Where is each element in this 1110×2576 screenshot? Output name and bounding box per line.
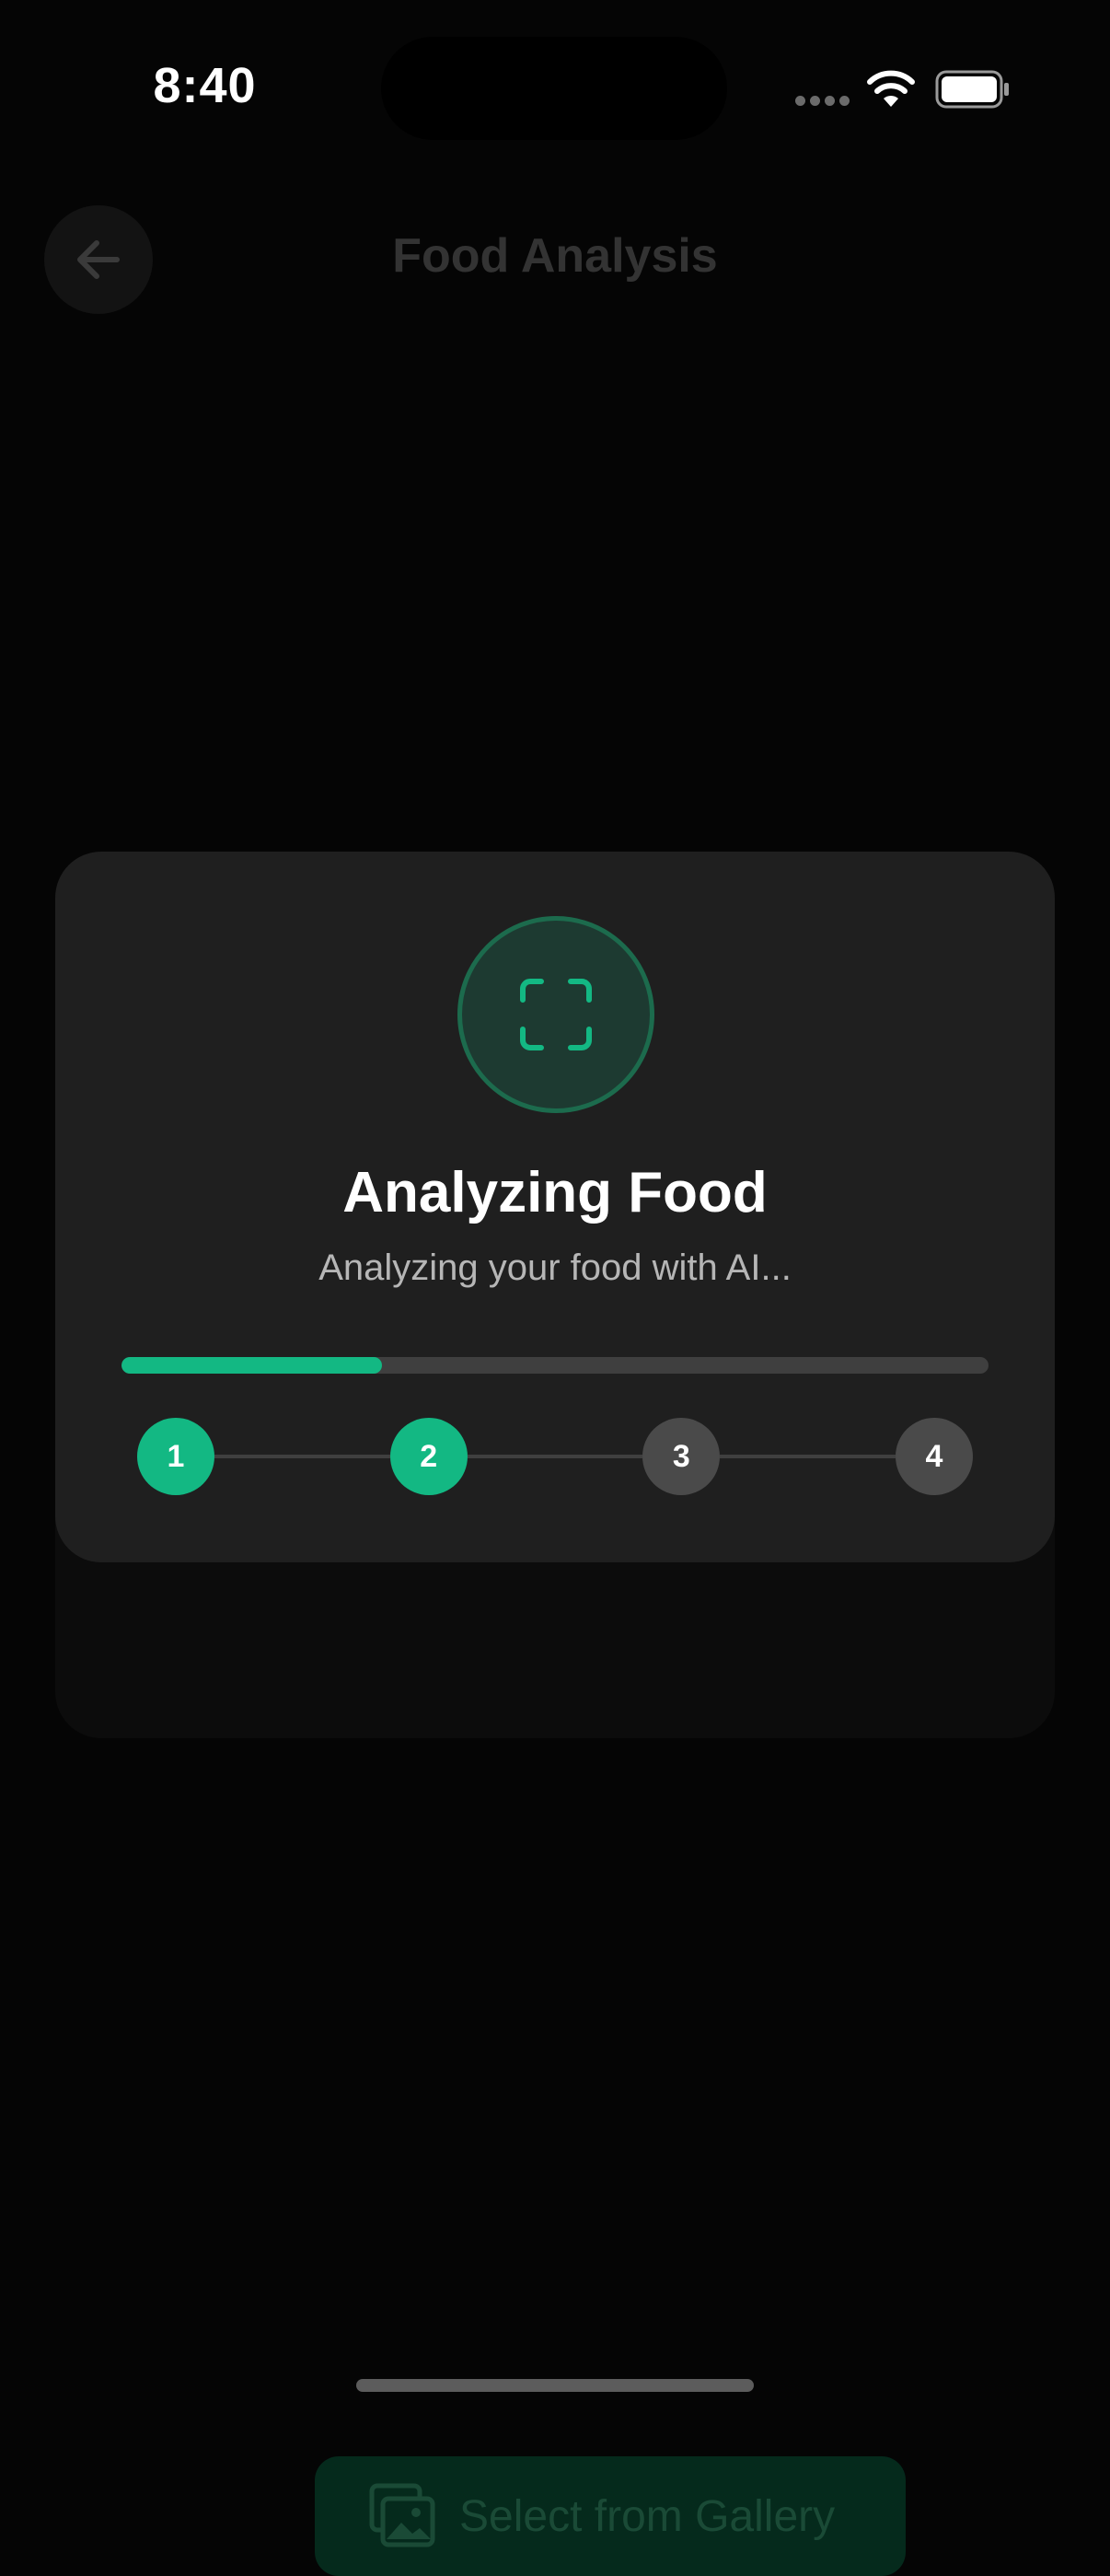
photo-gallery-icon [369,2483,435,2547]
step-1: 1 [137,1418,214,1495]
wifi-icon [867,70,915,107]
status-bar: 8:40 [0,0,1110,184]
arrow-left-icon [77,240,120,279]
page-title: Food Analysis [392,229,718,283]
step-2: 2 [389,1418,468,1495]
gallery-button-label: Select from Gallery [459,2492,836,2541]
home-indicator [356,2379,754,2392]
step-4: 4 [896,1418,973,1495]
step-indicator: 1 2 3 4 [55,852,1055,1562]
step-3: 3 [642,1418,721,1495]
status-time: 8:40 [153,58,257,113]
step-connector [720,1455,896,1458]
cellular-dots-icon [795,96,850,107]
select-from-gallery-button[interactable]: Select from Gallery [315,2456,906,2576]
dynamic-island [381,37,727,140]
battery-icon [935,70,1009,109]
analysis-modal: Analyzing Food Analyzing your food with … [55,852,1055,1562]
step-connector [467,1455,643,1458]
step-connector [214,1455,390,1458]
back-button[interactable] [44,205,153,314]
